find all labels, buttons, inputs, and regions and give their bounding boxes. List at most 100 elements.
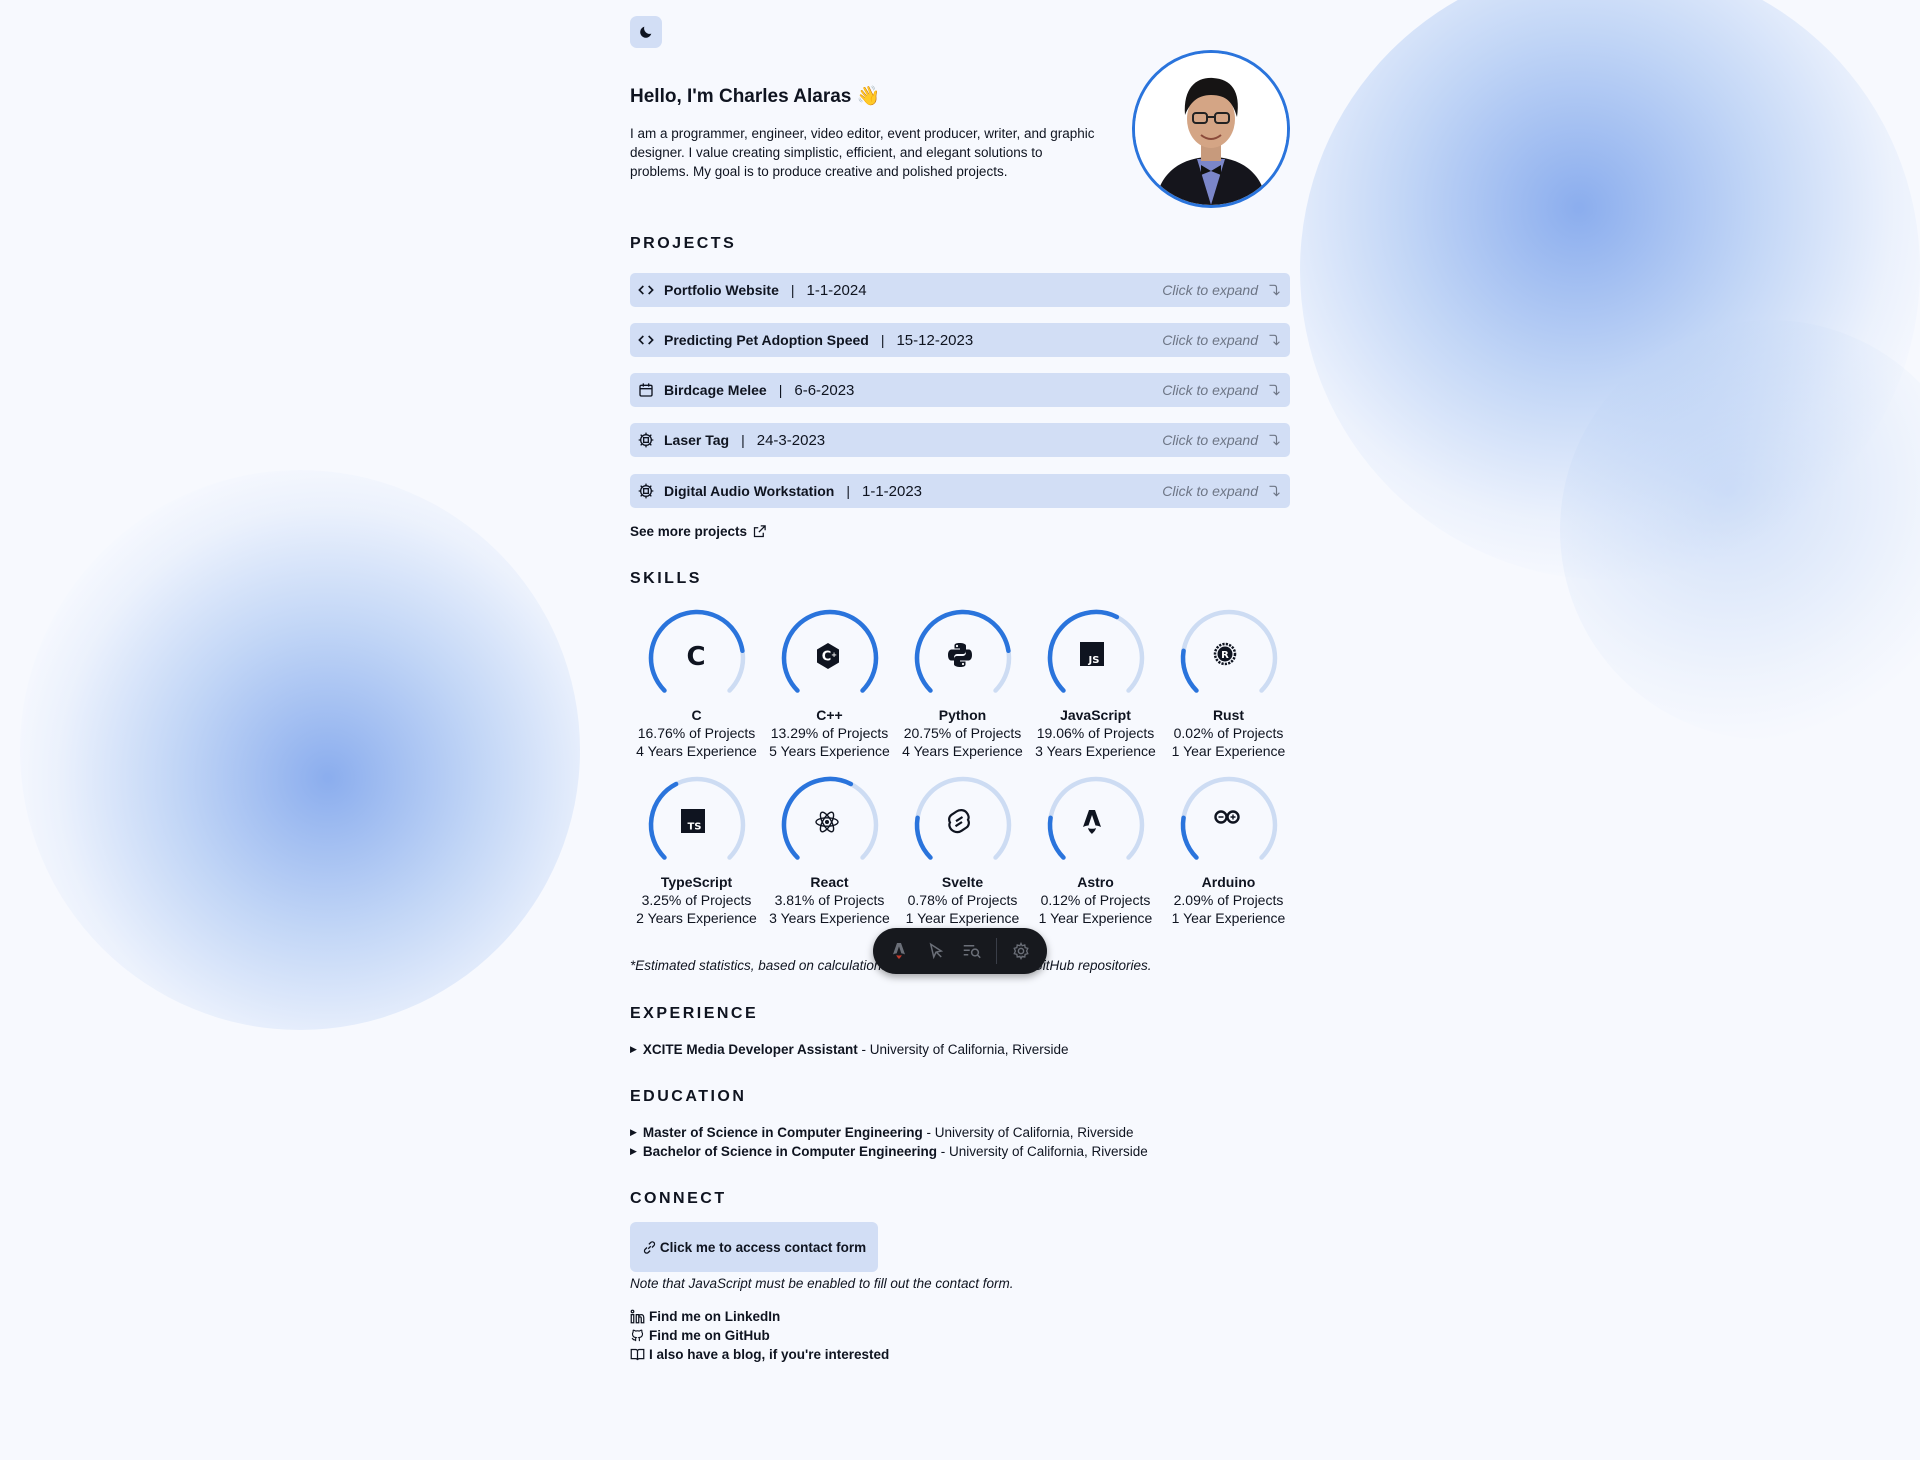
github-label: Find me on GitHub <box>649 1328 770 1343</box>
project-date: 1-1-2024 <box>806 281 867 299</box>
svelte-icon <box>947 809 979 841</box>
separator: | <box>790 282 795 298</box>
expand-hint: Click to expand <box>1162 382 1280 398</box>
skill-javascript: JS JavaScript 19.06% of Projects 3 Years… <box>1029 608 1162 760</box>
skill-percent: 13.29% of Projects <box>770 725 889 741</box>
gauge-progress <box>1180 648 1199 693</box>
astro-icon <box>1080 809 1112 841</box>
github-icon <box>631 1329 644 1342</box>
project-row-pet-adoption[interactable]: Predicting Pet Adoption Speed | 15-12-20… <box>630 323 1290 357</box>
skill-name: Python <box>938 707 987 723</box>
skill-gauge <box>913 608 1013 708</box>
project-date: 24-3-2023 <box>756 431 826 449</box>
project-row-laser-tag[interactable]: Laser Tag | 24-3-2023 Click to expand <box>630 423 1290 457</box>
corner-down-right-icon <box>1269 334 1280 346</box>
cpp-icon: C + <box>814 642 846 674</box>
skill-react: React 3.81% of Projects 3 Years Experien… <box>763 775 896 927</box>
skill-astro: Astro 0.12% of Projects 1 Year Experienc… <box>1029 775 1162 927</box>
skill-cpp: C + C++ 13.29% of Projects 5 Years Experi… <box>763 608 896 760</box>
expand-hint: Click to expand <box>1162 332 1280 348</box>
expand-label: Click to expand <box>1162 483 1258 499</box>
disclosure-triangle-icon: ▶ <box>630 1044 637 1054</box>
experience-item[interactable]: ▶ XCITE Media Developer Assistant - Univ… <box>630 1042 1069 1057</box>
project-row-digital-audio-workstation[interactable]: Digital Audio Workstation | 1-1-2023 Cli… <box>630 474 1290 508</box>
experience-org: - University of California, Riverside <box>857 1042 1069 1057</box>
skill-years: 4 Years Experience <box>636 743 757 759</box>
education-heading: EDUCATION <box>630 1088 747 1105</box>
profile-photo <box>1132 50 1290 208</box>
project-name: Predicting Pet Adoption Speed <box>664 332 869 348</box>
education-item[interactable]: ▶ Bachelor of Science in Computer Engine… <box>630 1144 1148 1159</box>
settings-button[interactable] <box>1008 938 1034 964</box>
education-item[interactable]: ▶ Master of Science in Computer Engineer… <box>630 1125 1134 1140</box>
skill-years: 1 Year Experience <box>1171 910 1286 926</box>
expand-label: Click to expand <box>1162 282 1258 298</box>
skill-years: 5 Years Experience <box>769 743 890 759</box>
project-row-portfolio-website[interactable]: Portfolio Website | 1-1-2024 Click to ex… <box>630 273 1290 307</box>
skill-years: 3 Years Experience <box>1035 743 1156 759</box>
gauge-progress <box>1180 815 1199 860</box>
arduino-icon <box>1213 809 1245 841</box>
separator: | <box>741 432 745 448</box>
skill-name: Astro <box>1077 874 1114 890</box>
inspect-icon <box>929 942 944 960</box>
skill-gauge: C + <box>780 608 880 708</box>
blog-link[interactable]: I also have a blog, if you're interested <box>630 1347 889 1362</box>
astro-menu-button[interactable] <box>886 938 912 964</box>
separator: | <box>778 382 783 398</box>
skill-gauge: TS <box>647 775 747 875</box>
skill-percent: 16.76% of Projects <box>637 725 756 741</box>
skill-name: C <box>691 707 702 723</box>
bio-text: I am a programmer, engineer, video edito… <box>630 126 1095 179</box>
skill-percent: 3.81% of Projects <box>774 892 885 908</box>
linkedin-link[interactable]: Find me on LinkedIn <box>630 1309 780 1324</box>
experience-role: XCITE Media Developer Assistant <box>642 1042 858 1057</box>
skill-percent: 19.06% of Projects <box>1036 725 1155 741</box>
greeting-text: Hello, I'm Charles Alaras <box>630 86 852 107</box>
skill-name: Svelte <box>941 874 984 890</box>
see-more-projects-link[interactable]: See more projects <box>630 524 767 539</box>
education-org: - University of California, Riverside <box>922 1125 1134 1140</box>
blog-label: I also have a blog, if you're interested <box>649 1347 890 1362</box>
skill-c: C C 16.76% of Projects 4 Years Experienc… <box>630 608 763 760</box>
skill-gauge: R <box>1179 608 1279 708</box>
skill-percent: 2.09% of Projects <box>1173 892 1284 908</box>
svg-text:C: C <box>821 650 831 665</box>
calendar-icon <box>638 382 654 398</box>
project-date: 15-12-2023 <box>896 331 974 349</box>
projects-heading: PROJECTS <box>630 235 737 252</box>
education-org: - University of California, Riverside <box>936 1144 1148 1159</box>
skill-years: 2 Years Experience <box>636 910 757 926</box>
audit-button[interactable] <box>959 938 985 964</box>
inspect-button[interactable] <box>923 938 949 964</box>
corner-down-right-icon <box>1269 284 1280 296</box>
project-date: 1-1-2023 <box>861 482 923 500</box>
svg-text:R: R <box>1221 650 1229 661</box>
skill-name: TypeScript <box>660 874 733 890</box>
project-name: Portfolio Website <box>664 282 779 298</box>
moon-icon <box>640 26 652 38</box>
expand-hint: Click to expand <box>1162 282 1280 298</box>
theme-toggle-button[interactable] <box>630 16 662 48</box>
background-blob-top-right <box>1300 0 1920 580</box>
external-link-icon <box>753 525 766 538</box>
skill-percent: 20.75% of Projects <box>903 725 1022 741</box>
javascript-icon: JS <box>1079 642 1112 674</box>
project-row-birdcage-melee[interactable]: Birdcage Melee | 6-6-2023 Click to expan… <box>630 373 1290 407</box>
skill-percent: 0.78% of Projects <box>907 892 1018 908</box>
typescript-icon: TS <box>680 809 713 841</box>
audit-icon <box>964 945 982 959</box>
contact-note: Note that JavaScript must be enabled to … <box>630 1276 1014 1291</box>
astro-menu-icon <box>893 943 906 959</box>
education-degree: Master of Science in Computer Engineerin… <box>642 1125 923 1140</box>
contact-form-button[interactable]: Click me to access contact form <box>630 1222 878 1272</box>
github-link[interactable]: Find me on GitHub <box>630 1328 770 1343</box>
expand-hint: Click to expand <box>1162 432 1280 448</box>
skill-percent: 0.02% of Projects <box>1173 725 1284 741</box>
separator: | <box>880 332 885 348</box>
svg-text:C: C <box>686 642 705 672</box>
skill-arduino: Arduino 2.09% of Projects 1 Year Experie… <box>1162 775 1295 927</box>
skill-years: 3 Years Experience <box>769 910 890 926</box>
skill-name: JavaScript <box>1060 707 1131 723</box>
toolbar-divider <box>996 938 998 964</box>
